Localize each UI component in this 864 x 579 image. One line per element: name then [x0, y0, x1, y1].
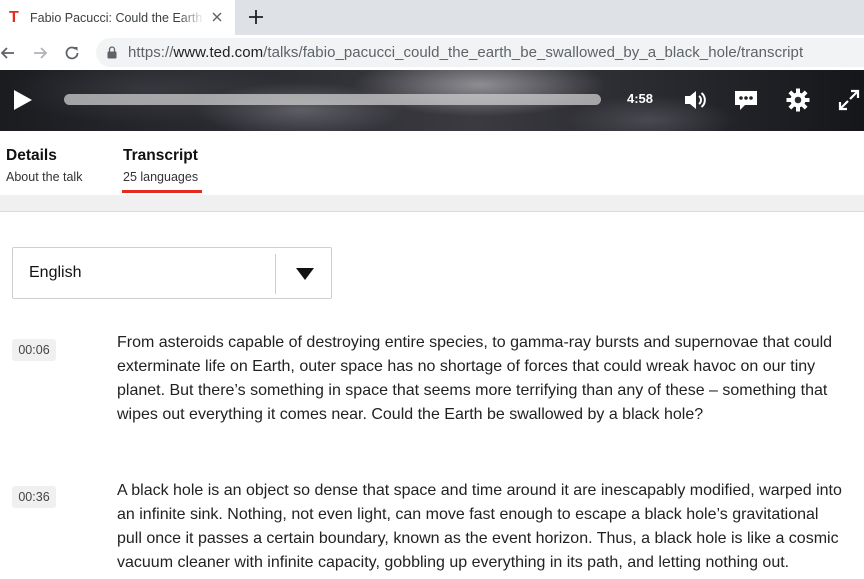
select-divider — [275, 254, 276, 294]
active-tab-underline — [122, 190, 202, 193]
dropdown-arrow-icon[interactable] — [295, 267, 315, 281]
tab-details-subtitle: About the talk — [6, 170, 83, 184]
tab-transcript-subtitle: 25 languages — [123, 170, 199, 184]
language-select[interactable]: English — [12, 247, 332, 299]
talk-tabs: Details About the talk Transcript 25 lan… — [0, 131, 864, 195]
paragraph-line: exterminate life on Earth, outer space h… — [117, 358, 816, 375]
language-selected-value: English — [29, 264, 82, 281]
paragraph-line: A black hole is an object so dense that … — [117, 482, 842, 499]
paragraph-line: vacuum cleaner with infinite capacity, g… — [117, 554, 790, 571]
captions-icon[interactable] — [733, 87, 759, 113]
progress-bar[interactable] — [64, 94, 601, 105]
tab-details[interactable]: Details About the talk — [6, 147, 82, 184]
section-divider — [0, 195, 864, 212]
settings-gear-icon[interactable] — [785, 87, 811, 113]
ted-favicon-icon: T — [9, 8, 19, 26]
paragraph-line: planet. But there’s something in space t… — [117, 382, 828, 399]
address-bar[interactable]: https://www.ted.com/talks/fabio_pacucci_… — [96, 38, 864, 67]
timestamp-link[interactable]: 00:06 — [12, 339, 56, 361]
forward-arrow-icon[interactable] — [30, 43, 50, 63]
time-display: 4:58 — [627, 91, 654, 106]
tab-transcript[interactable]: Transcript 25 languages — [123, 147, 198, 184]
lock-icon — [107, 46, 117, 59]
close-tab-icon[interactable] — [209, 9, 225, 25]
paragraph-text: A black hole is an object so dense that … — [117, 479, 849, 575]
volume-icon[interactable] — [682, 87, 708, 113]
browser-tab[interactable]: T Fabio Pacucci: Could the Earth be swal… — [0, 0, 235, 35]
fullscreen-icon[interactable] — [836, 87, 862, 113]
video-player[interactable]: 4:58 — [0, 70, 864, 131]
tab-transcript-title: Transcript — [123, 147, 198, 164]
url-text: https://www.ted.com/talks/fabio_pacucci_… — [128, 44, 804, 61]
paragraph-text: From asteroids capable of destroying ent… — [117, 331, 849, 427]
paragraph-line: wipes out everything it comes near. Coul… — [117, 406, 704, 423]
play-icon[interactable] — [12, 88, 34, 112]
timestamp-link[interactable]: 00:36 — [12, 486, 56, 508]
new-tab-plus-icon[interactable] — [246, 7, 266, 27]
reload-icon[interactable] — [62, 43, 82, 63]
back-arrow-icon[interactable] — [0, 43, 18, 63]
paragraph-line: pull once it passes a certain boundary, … — [117, 530, 839, 547]
paragraph-line: an infinite sink. Nothing, not even ligh… — [117, 506, 819, 523]
tab-strip: T Fabio Pacucci: Could the Earth be swal… — [0, 0, 864, 35]
tab-title: Fabio Pacucci: Could the Earth be swallo… — [30, 10, 205, 25]
browser-toolbar: https://www.ted.com/talks/fabio_pacucci_… — [0, 35, 864, 70]
tab-details-title: Details — [6, 147, 57, 164]
paragraph-line: From asteroids capable of destroying ent… — [117, 334, 833, 351]
